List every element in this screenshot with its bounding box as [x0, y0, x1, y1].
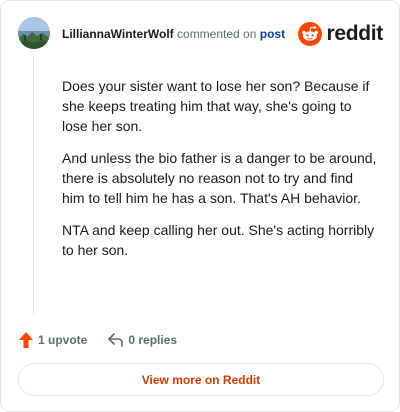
landscape-avatar-icon: [18, 17, 50, 49]
upvote-button[interactable]: 1 upvote: [18, 330, 87, 350]
post-link[interactable]: post: [260, 27, 285, 41]
upvote-count: 1 upvote: [38, 333, 88, 347]
username-link[interactable]: LilliannaWinterWolf: [62, 27, 174, 41]
comment-paragraph: And unless the bio father is a danger to…: [62, 150, 377, 206]
user-avatar[interactable]: [18, 17, 50, 49]
reddit-logo[interactable]: reddit: [298, 21, 383, 47]
reddit-snoo-icon: [298, 22, 323, 46]
embedded-comment-card: LilliannaWinterWolf commented on post re…: [0, 0, 400, 412]
comment-actions: 1 upvote 0 replies: [18, 329, 177, 351]
view-more-label: View more on Reddit: [141, 372, 261, 387]
view-more-button[interactable]: View more on Reddit: [18, 363, 384, 396]
reddit-wordmark: reddit: [326, 22, 383, 45]
upvote-arrow-icon: [19, 332, 33, 348]
reply-arrow-icon: [108, 333, 124, 347]
action-text: commented on: [177, 27, 257, 41]
reply-count: 0 replies: [128, 333, 178, 347]
comment-paragraph: Does your sister want to lose her son? B…: [62, 78, 370, 134]
replies-button[interactable]: 0 replies: [107, 330, 177, 350]
comment-paragraph: NTA and keep calling her out. She's acti…: [62, 222, 375, 258]
thread-line: [33, 57, 34, 315]
comment-body: Does your sister want to lose her son? B…: [62, 76, 378, 272]
comment-header: LilliannaWinterWolf commented on post re…: [18, 17, 383, 51]
comment-byline: LilliannaWinterWolf commented on post: [62, 26, 285, 42]
